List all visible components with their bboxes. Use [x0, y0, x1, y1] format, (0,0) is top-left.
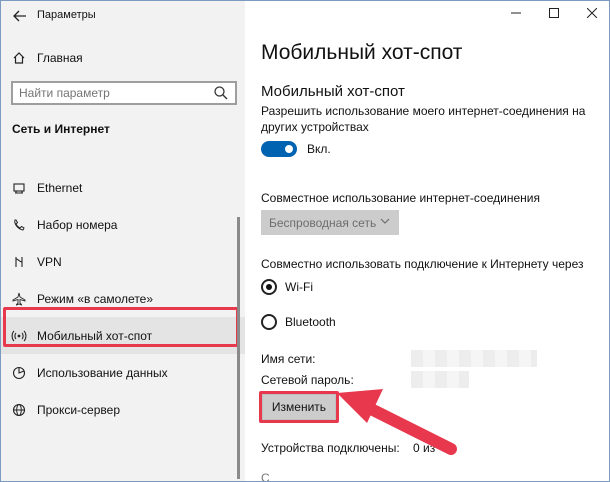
back-button[interactable] [9, 6, 31, 26]
radio-button[interactable] [261, 314, 277, 330]
dialup-icon [1, 218, 37, 232]
maximize-button[interactable] [535, 1, 573, 25]
search-box[interactable] [11, 81, 237, 105]
toggle-state-label: Вкл. [307, 142, 331, 156]
ethernet-icon [1, 181, 37, 195]
sidebar-item-label: Использование данных [37, 365, 168, 380]
back-arrow-icon [13, 10, 26, 22]
minimize-icon [511, 12, 521, 14]
radio-label: Bluetooth [285, 315, 336, 329]
settings-window: Параметры Главная Сеть и Интернет Ethern… [0, 0, 610, 482]
minimize-button[interactable] [497, 1, 535, 25]
network-password-value-redacted [411, 371, 469, 388]
sidebar-nav: Ethernet Набор номера VPN Режим «в самол… [1, 169, 245, 428]
sidebar: Параметры Главная Сеть и Интернет Ethern… [1, 1, 245, 481]
sidebar-item-data-usage[interactable]: Использование данных [1, 354, 245, 391]
sidebar-item-vpn[interactable]: VPN [1, 243, 245, 280]
sidebar-item-label: Ethernet [37, 180, 83, 195]
window-controls [497, 1, 609, 29]
annotation-highlight-hotspot [3, 307, 239, 347]
title-bar: Параметры [1, 1, 245, 31]
globe-icon [1, 403, 37, 417]
dropdown-selected-value: Беспроводная сеть [269, 215, 377, 230]
toggle-knob [285, 145, 293, 153]
sidebar-item-label: Режим «в самолете» [37, 291, 154, 306]
sidebar-scrollbar[interactable] [237, 217, 240, 479]
sidebar-item-proxy[interactable]: Прокси-сервер [1, 391, 245, 428]
hotspot-description: Разрешить использование моего интернет-с… [261, 104, 586, 134]
sidebar-item-label: VPN [37, 254, 62, 269]
data-usage-icon [1, 366, 37, 380]
sidebar-item-dialup[interactable]: Набор номера [1, 206, 245, 243]
sidebar-item-ethernet[interactable]: Ethernet [1, 169, 245, 206]
radio-option-wifi[interactable]: Wi-Fi [261, 278, 313, 296]
partial-next-section: С [261, 471, 270, 482]
app-title: Параметры [37, 9, 96, 21]
home-icon [1, 51, 37, 65]
sidebar-item-label: Главная [37, 51, 83, 65]
vpn-icon [1, 255, 37, 269]
section-heading: Мобильный хот-спот [261, 83, 405, 100]
sidebar-item-label: Прокси-сервер [37, 402, 120, 417]
sidebar-item-label: Набор номера [37, 217, 118, 232]
devices-connected-value: 0 из [413, 441, 436, 455]
devices-connected-label: Устройства подключены: [261, 441, 400, 455]
network-name-value-redacted [411, 350, 537, 367]
maximize-icon [549, 8, 559, 18]
search-input[interactable] [13, 83, 203, 103]
share-connection-label: Совместное использование интернет-соедин… [261, 191, 540, 205]
section-title: Сеть и Интернет [12, 122, 110, 136]
close-button[interactable] [573, 1, 609, 25]
sidebar-item-home[interactable]: Главная [1, 45, 245, 71]
close-icon [587, 8, 597, 18]
share-via-label: Совместно использовать подключение к Инт… [261, 257, 584, 271]
network-name-label: Имя сети: [261, 352, 316, 366]
page-title: Мобильный хот-спот [261, 41, 463, 64]
radio-button[interactable] [261, 279, 277, 295]
annotation-highlight-edit [259, 391, 339, 423]
radio-option-bluetooth[interactable]: Bluetooth [261, 313, 336, 331]
chevron-down-icon [380, 218, 390, 224]
hotspot-toggle[interactable] [261, 141, 297, 157]
share-connection-dropdown[interactable]: Беспроводная сеть [261, 210, 399, 235]
search-icon[interactable] [213, 85, 229, 101]
main-content: Мобильный хот-спот Мобильный хот-спот Ра… [245, 1, 609, 482]
airplane-icon [1, 292, 37, 306]
radio-label: Wi-Fi [285, 280, 313, 294]
network-password-label: Сетевой пароль: [261, 373, 354, 387]
